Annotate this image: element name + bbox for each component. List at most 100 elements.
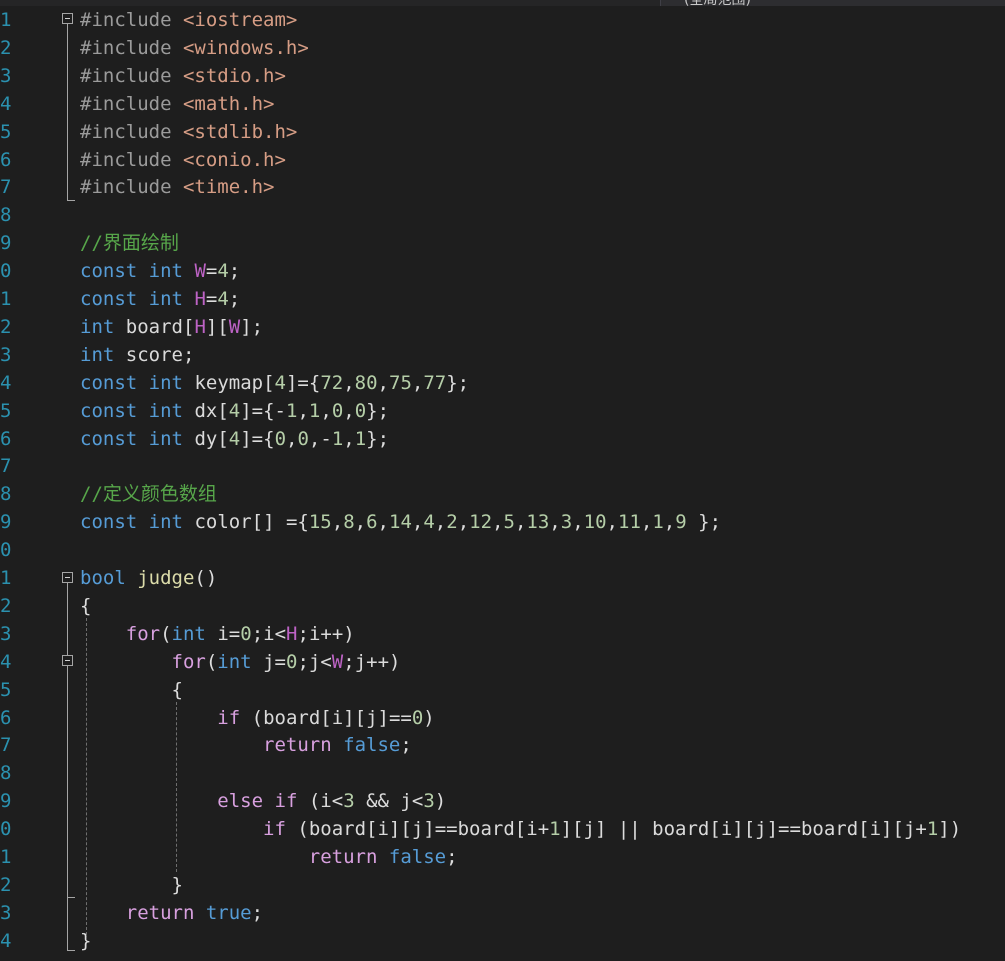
code-line[interactable]: 3 int score;	[0, 341, 1005, 369]
code-text[interactable]: return true;	[80, 899, 263, 927]
code-line[interactable]: 1 bool judge()	[0, 564, 1005, 592]
code-line[interactable]: 1 #include <iostream>	[0, 6, 1005, 34]
code-line[interactable]: 6 if (board[i][j]==0)	[0, 704, 1005, 732]
code-text[interactable]: const int color[] ={15,8,6,14,4,2,12,5,1…	[80, 508, 721, 536]
line-number: 6	[0, 148, 12, 171]
fold-toggle-judge[interactable]	[62, 572, 73, 583]
line-number: 1	[0, 846, 12, 868]
code-line[interactable]: 0 if (board[i][j]==board[i+1][j] || boar…	[0, 815, 1005, 843]
line-number: 8	[0, 762, 12, 785]
line-number: 3	[0, 622, 12, 645]
code-line[interactable]: 4}	[0, 927, 1005, 955]
code-line[interactable]: 8 //定义颜色数组	[0, 480, 1005, 508]
code-line[interactable]: 6 #include <conio.h>	[0, 146, 1005, 174]
fold-toggle-includes[interactable]	[62, 13, 73, 24]
code-text[interactable]: else if (i<3 && j<3)	[80, 787, 446, 815]
line-number: 8	[0, 483, 12, 506]
code-line[interactable]: 7 #include <time.h>	[0, 173, 1005, 201]
line-number: 6	[0, 706, 12, 729]
line-number: 3	[0, 64, 12, 87]
code-line[interactable]: 8	[0, 201, 1005, 229]
line-number: 0	[0, 539, 12, 562]
code-line[interactable]: 9 else if (i<3 && j<3)	[0, 787, 1005, 815]
code-text[interactable]: for(int j=0;j<W;j++)	[80, 648, 401, 676]
code-text[interactable]: bool judge()	[80, 564, 217, 592]
code-line[interactable]: 8	[0, 759, 1005, 787]
code-line[interactable]: 9 const int color[] ={15,8,6,14,4,2,12,5,…	[0, 508, 1005, 536]
code-text[interactable]: int score;	[80, 341, 194, 369]
line-number: 2	[0, 873, 12, 896]
line-number: 9	[0, 511, 12, 534]
line-number: 5	[0, 678, 12, 701]
line-number: 0	[0, 818, 12, 841]
code-text[interactable]: const int H=4;	[80, 285, 240, 313]
code-text[interactable]: #include <windows.h>	[80, 34, 309, 62]
fold-bracket-includes-end	[67, 200, 75, 201]
line-number: 8	[0, 204, 12, 227]
code-text[interactable]: //界面绘制	[80, 229, 179, 257]
code-text[interactable]: //定义颜色数组	[80, 480, 217, 508]
code-text[interactable]: #include <stdlib.h>	[80, 118, 297, 146]
code-line[interactable]: 0	[0, 536, 1005, 564]
code-text[interactable]: const int keymap[4]={72,80,75,77};	[80, 369, 469, 397]
code-line[interactable]: 1 return false;	[0, 843, 1005, 871]
code-text[interactable]: {	[80, 676, 183, 704]
code-text[interactable]: #include <time.h>	[80, 173, 274, 201]
code-text[interactable]: #include <conio.h>	[80, 146, 286, 174]
fold-bracket-inner-end	[67, 897, 75, 898]
code-line[interactable]: 4 #include <math.h>	[0, 90, 1005, 118]
code-line[interactable]: 9 //界面绘制	[0, 229, 1005, 257]
code-line[interactable]: 3 #include <stdio.h>	[0, 62, 1005, 90]
line-number: 9	[0, 232, 12, 255]
line-number: 4	[0, 650, 12, 673]
line-number: 7	[0, 734, 12, 757]
code-text[interactable]: const int dx[4]={-1,1,0,0};	[80, 397, 389, 425]
line-number: 2	[0, 36, 12, 59]
code-line[interactable]: 3 return true;	[0, 899, 1005, 927]
code-text[interactable]: for(int i=0;i<H;i++)	[80, 620, 355, 648]
code-text[interactable]: #include <iostream>	[80, 6, 297, 34]
code-line[interactable]: 5 #include <stdlib.h>	[0, 118, 1005, 146]
code-line[interactable]: 0 const int W=4;	[0, 257, 1005, 285]
line-number: 4	[0, 371, 12, 394]
code-line[interactable]: 4 const int keymap[4]={72,80,75,77};	[0, 369, 1005, 397]
code-text[interactable]: }	[80, 871, 183, 899]
code-text[interactable]: return false;	[80, 843, 458, 871]
line-number: 2	[0, 594, 12, 617]
line-number: 4	[0, 92, 12, 115]
code-text[interactable]: const int W=4;	[80, 257, 240, 285]
code-line[interactable]: 1 const int H=4;	[0, 285, 1005, 313]
code-line[interactable]: 6 const int dy[4]={0,0,-1,1};	[0, 425, 1005, 453]
code-text[interactable]: if (board[i][j]==board[i+1][j] || board[…	[80, 815, 961, 843]
line-number: 1	[0, 567, 12, 589]
code-line[interactable]: 5 const int dx[4]={-1,1,0,0};	[0, 397, 1005, 425]
line-number: 5	[0, 399, 12, 422]
code-line[interactable]: 2 int board[H][W];	[0, 313, 1005, 341]
fold-toggle-inner-loop[interactable]	[62, 655, 73, 666]
code-text[interactable]: #include <stdio.h>	[80, 62, 286, 90]
code-text[interactable]: #include <math.h>	[80, 90, 274, 118]
line-number: 3	[0, 901, 12, 924]
code-line[interactable]: 7 return false;	[0, 731, 1005, 759]
line-number: 6	[0, 427, 12, 450]
code-line[interactable]: 2 #include <windows.h>	[0, 34, 1005, 62]
code-line[interactable]: 7	[0, 452, 1005, 480]
code-text[interactable]: int board[H][W];	[80, 313, 263, 341]
code-text[interactable]: const int dy[4]={0,0,-1,1};	[80, 425, 389, 453]
code-line[interactable]: 3 for(int i=0;i<H;i++)	[0, 620, 1005, 648]
code-text[interactable]: return false;	[80, 731, 412, 759]
fold-bracket-judge-end	[67, 950, 75, 951]
code-text[interactable]: if (board[i][j]==0)	[80, 704, 434, 732]
line-number: 1	[0, 9, 12, 31]
indent-guide-1	[86, 618, 87, 940]
code-line[interactable]: 4 for(int j=0;j<W;j++)	[0, 648, 1005, 676]
code-line[interactable]: 5 {	[0, 676, 1005, 704]
line-number: 4	[0, 929, 12, 952]
indent-guide-2	[176, 702, 177, 872]
line-number: 5	[0, 120, 12, 143]
code-text[interactable]: {	[80, 592, 91, 620]
code-line[interactable]: 2 }	[0, 871, 1005, 899]
line-number: 7	[0, 176, 12, 199]
code-line[interactable]: 2{	[0, 592, 1005, 620]
line-number: 9	[0, 790, 12, 813]
